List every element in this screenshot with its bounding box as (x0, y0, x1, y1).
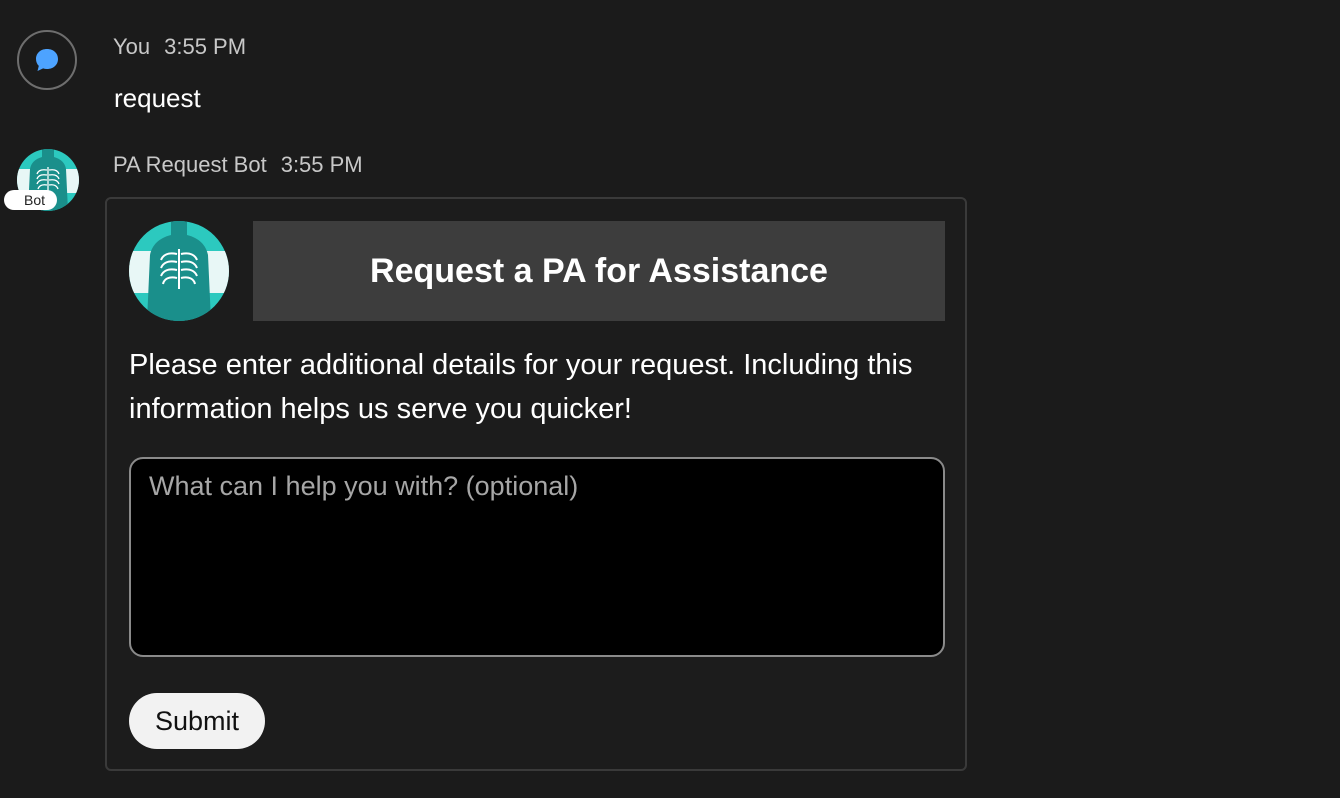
submit-button[interactable]: Submit (129, 693, 265, 749)
card-title: Request a PA for Assistance (370, 251, 828, 290)
card-header: Request a PA for Assistance (253, 221, 945, 321)
adaptive-card: Request a PA for Assistance Please enter… (105, 197, 967, 771)
xray-torso-icon (129, 221, 229, 321)
bot-message: Bot PA Request Bot 3:55 PM Request a PA … (0, 0, 1340, 798)
request-details-input[interactable] (129, 457, 945, 657)
sender-name: PA Request Bot (113, 152, 267, 177)
card-description: Please enter additional details for your… (129, 349, 913, 425)
bot-badge: Bot (4, 190, 57, 210)
timestamp: 3:55 PM (280, 152, 363, 177)
chat-transcript: You 3:55 PM request Bot PA Request Bot 3… (0, 0, 1340, 798)
bot-message-header: PA Request Bot 3:55 PM (113, 152, 363, 178)
